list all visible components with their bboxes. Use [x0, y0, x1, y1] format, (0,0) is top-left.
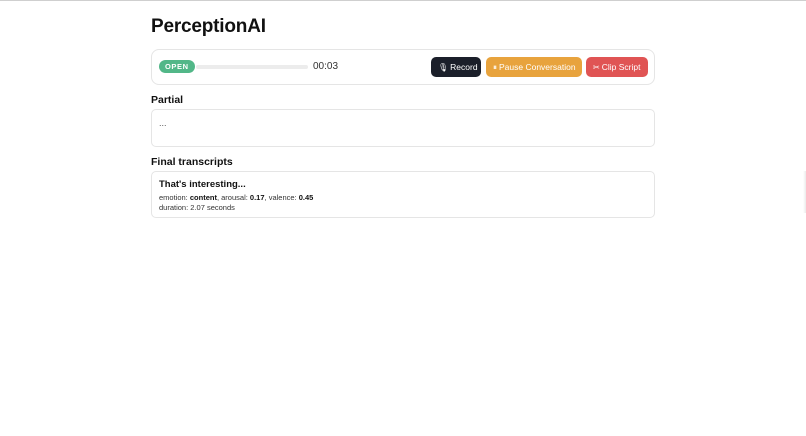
pause-icon: ⏸	[493, 63, 497, 72]
valence-value: 0.45	[298, 193, 314, 202]
final-transcripts-heading: Final transcripts	[151, 156, 233, 168]
emotion-label: emotion:	[159, 193, 188, 202]
arousal-label: arousal:	[221, 193, 248, 202]
elapsed-timer: 00:03	[313, 61, 339, 72]
arousal-value: 0.17	[249, 193, 265, 202]
record-button[interactable]: 🎙 Record	[431, 57, 481, 77]
app-title: PerceptionAI	[151, 16, 266, 37]
status-badge: OPEN	[159, 60, 195, 73]
control-bar: OPEN 00:03 🎙 Record ⏸ Pause Conversation ✂…	[151, 49, 655, 85]
clip-button-label: Clip Script	[601, 62, 641, 72]
scissors-icon: ✂	[593, 63, 600, 72]
partial-transcript-text: ...	[159, 118, 167, 128]
partial-heading: Partial	[151, 94, 184, 106]
transcript-text: That's interesting...	[159, 179, 246, 190]
pause-conversation-button[interactable]: ⏸ Pause Conversation	[486, 57, 582, 77]
valence-label: valence:	[268, 193, 297, 202]
pause-button-label: Pause Conversation	[499, 62, 576, 72]
record-button-label: Record	[450, 62, 478, 72]
duration-text: duration: 2.07 seconds	[159, 203, 235, 212]
partial-transcript-box: ...	[151, 109, 655, 147]
emotion-value: content	[189, 193, 217, 202]
progress-bar	[196, 65, 308, 69]
clip-script-button[interactable]: ✂ Clip Script	[586, 57, 648, 77]
microphone-icon: 🎙	[438, 63, 449, 72]
emotion-metrics: emotion: content, arousal: 0.17, valence…	[159, 193, 314, 202]
transcript-card: That's interesting... emotion: content, …	[151, 171, 655, 218]
